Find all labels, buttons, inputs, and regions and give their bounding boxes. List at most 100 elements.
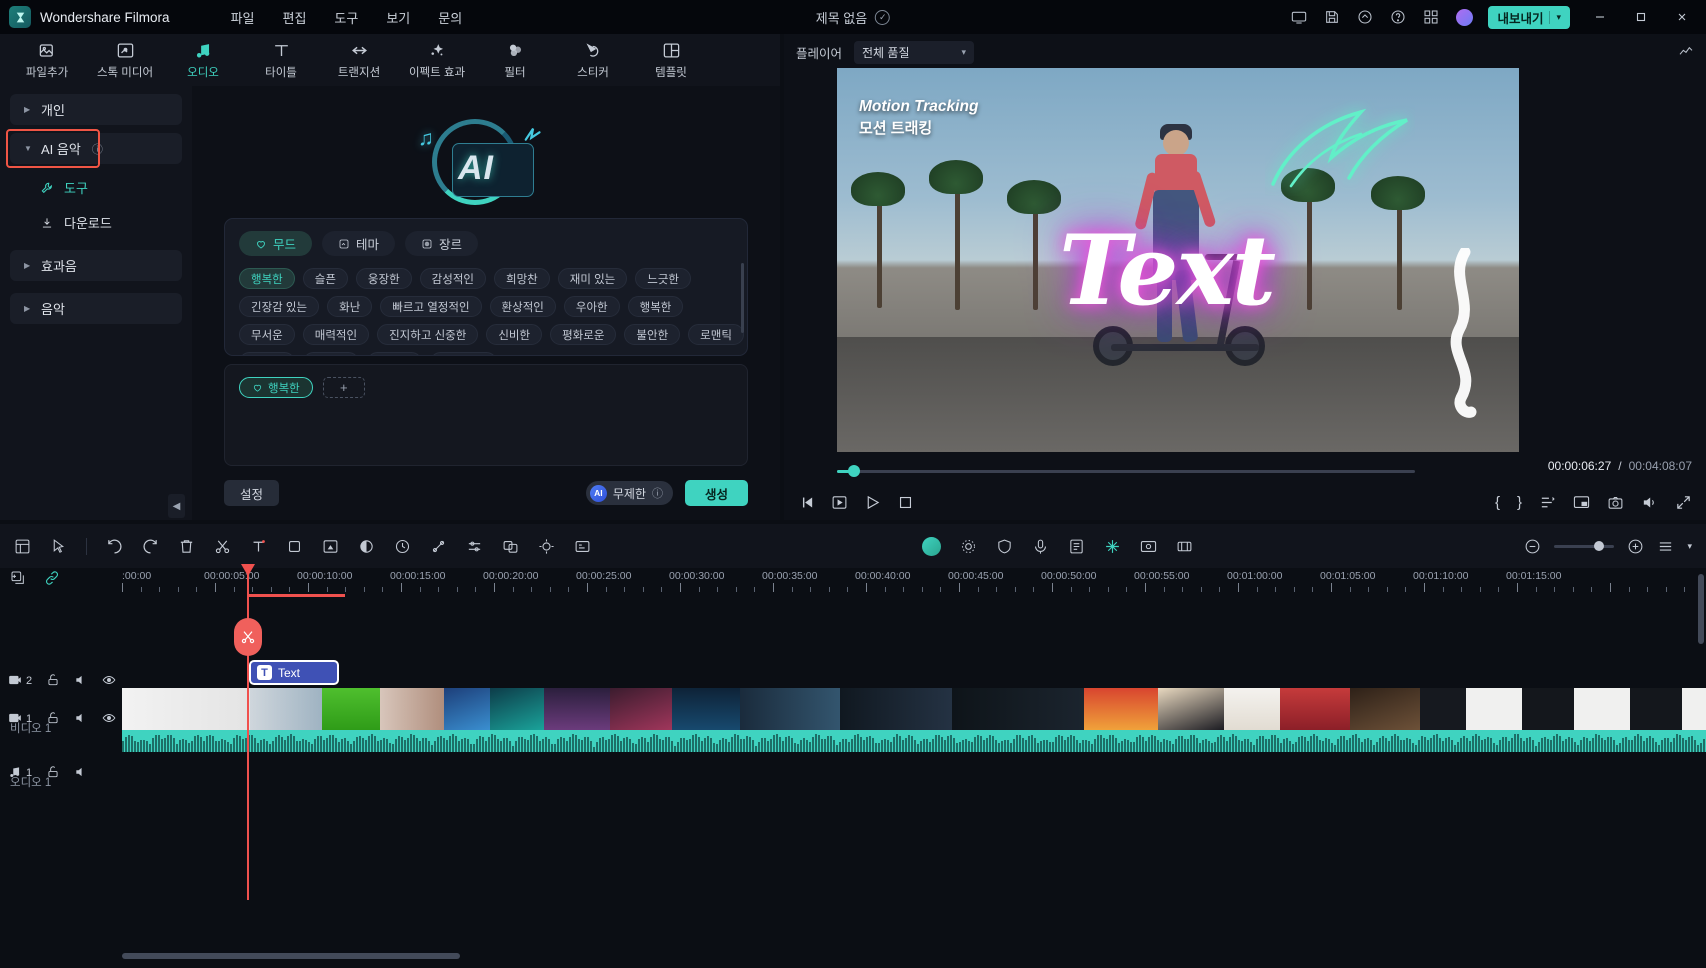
unlimited-badge[interactable]: AI 무제한 ⓘ bbox=[585, 481, 673, 505]
keyframe-button[interactable] bbox=[430, 538, 447, 555]
motion-track-button[interactable] bbox=[538, 538, 555, 555]
sidebar-collapse-button[interactable]: ◀ bbox=[168, 494, 185, 518]
sidebar-item-sound-effects[interactable]: ▶ 효과음 bbox=[10, 250, 182, 281]
mood-tag[interactable]: 슬픈 bbox=[302, 268, 348, 289]
sidebar-item-ai-music[interactable]: ▼ AI 음악 ⓘ bbox=[6, 129, 182, 168]
tab-template[interactable]: 템플릿 bbox=[632, 34, 710, 86]
adjust-button[interactable] bbox=[960, 538, 977, 555]
tab-effects[interactable]: 이펙트 효과 bbox=[398, 34, 476, 86]
volume-button[interactable] bbox=[1641, 494, 1658, 511]
mood-tag[interactable]: 긴장감 있는 bbox=[239, 296, 320, 317]
category-mood[interactable]: 무드 bbox=[239, 231, 313, 256]
script-button[interactable] bbox=[1068, 538, 1085, 555]
text-clip[interactable]: T Text bbox=[249, 660, 339, 685]
mood-tag[interactable]: 무서운 bbox=[302, 352, 359, 355]
video-track-clips[interactable] bbox=[122, 688, 1706, 730]
scrubber-handle[interactable] bbox=[848, 465, 860, 477]
sidebar-item-personal[interactable]: ▶ 개인 bbox=[10, 94, 182, 125]
maximize-button[interactable] bbox=[1620, 0, 1661, 34]
close-button[interactable] bbox=[1661, 0, 1702, 34]
mask-button[interactable] bbox=[322, 538, 339, 555]
mood-tag[interactable]: 매력적인 bbox=[302, 324, 370, 345]
stop-button[interactable] bbox=[897, 494, 914, 511]
timeline-ruler[interactable]: :00:00 00:00:05:00 00:00:10:00 00:00:15:… bbox=[122, 568, 1706, 602]
video-canvas[interactable]: Motion Tracking 모션 트래킹 Text bbox=[837, 68, 1519, 452]
tab-filter[interactable]: 필터 bbox=[476, 34, 554, 86]
text-button[interactable] bbox=[250, 538, 267, 555]
menu-item-file[interactable]: 파일 bbox=[220, 4, 266, 31]
mood-tag[interactable]: 환상적인 bbox=[489, 296, 556, 317]
visibility-icon[interactable] bbox=[102, 711, 116, 728]
quality-select[interactable]: 전체 품질 ▾ bbox=[854, 40, 975, 64]
mood-tag[interactable]: 행복한 bbox=[239, 268, 295, 289]
speed-button[interactable] bbox=[394, 538, 411, 555]
crop-button[interactable] bbox=[286, 538, 303, 555]
layout-grid-button[interactable] bbox=[14, 538, 31, 555]
add-track-button[interactable] bbox=[10, 570, 26, 589]
save-icon[interactable] bbox=[1317, 2, 1347, 32]
green-screen-button[interactable] bbox=[502, 538, 519, 555]
mood-tag[interactable]: 무서운 bbox=[239, 324, 295, 345]
preview-chart-icon[interactable] bbox=[1678, 43, 1694, 62]
settings-button[interactable]: 설정 bbox=[224, 480, 280, 506]
mood-tag[interactable]: 화난 bbox=[327, 296, 373, 317]
timeline-vscrollbar[interactable] bbox=[1698, 574, 1704, 644]
tab-title[interactable]: 타이틀 bbox=[242, 34, 320, 86]
mood-tag[interactable]: 신비한 bbox=[486, 324, 543, 345]
mic-button[interactable] bbox=[1032, 538, 1049, 555]
add-tag-button[interactable]: + bbox=[322, 377, 365, 398]
visibility-icon[interactable] bbox=[102, 673, 116, 690]
playhead[interactable] bbox=[234, 564, 345, 900]
mood-tag[interactable]: 느긋한 bbox=[635, 268, 692, 289]
stabilize-button[interactable] bbox=[1176, 538, 1193, 555]
expand-button[interactable] bbox=[1675, 494, 1692, 511]
hscroll-thumb[interactable] bbox=[122, 953, 460, 959]
play-button[interactable] bbox=[864, 494, 881, 511]
chevron-down-icon[interactable]: ▾ bbox=[1687, 541, 1692, 552]
generate-button[interactable]: 생성 bbox=[684, 480, 748, 506]
display-icon[interactable] bbox=[1284, 2, 1314, 32]
prev-frame-button[interactable] bbox=[798, 494, 815, 511]
category-theme[interactable]: 테마 bbox=[322, 231, 396, 256]
mute-icon[interactable] bbox=[74, 765, 88, 782]
mood-tag[interactable]: 부드러운 bbox=[430, 352, 497, 355]
tab-add-file[interactable]: 파일추가 bbox=[8, 34, 86, 86]
mood-tag[interactable]: 감성적인 bbox=[419, 268, 486, 289]
timeline-menu-button[interactable] bbox=[1657, 538, 1674, 555]
mark-out-button[interactable]: } bbox=[1517, 494, 1522, 511]
help-circle-icon[interactable]: ⓘ bbox=[92, 141, 103, 157]
sidebar-item-music[interactable]: ▶ 음악 bbox=[10, 293, 182, 324]
mute-icon[interactable] bbox=[74, 673, 88, 690]
tab-transition[interactable]: 트랜지션 bbox=[320, 34, 398, 86]
selected-chip[interactable]: 행복한 bbox=[239, 377, 313, 398]
link-button[interactable] bbox=[44, 570, 60, 589]
shield-button[interactable] bbox=[996, 538, 1013, 555]
timeline-hscrollbar[interactable] bbox=[122, 952, 1706, 960]
menu-item-view[interactable]: 보기 bbox=[375, 4, 421, 31]
select-tool-button[interactable] bbox=[50, 538, 67, 555]
tab-sticker[interactable]: 스티커 bbox=[554, 34, 632, 86]
split-button[interactable] bbox=[214, 538, 231, 555]
tag-scrollbar[interactable] bbox=[741, 263, 744, 333]
mood-tag[interactable]: 희망찬 bbox=[494, 268, 550, 289]
help-icon[interactable] bbox=[1383, 2, 1413, 32]
screen-record-button[interactable] bbox=[1140, 538, 1157, 555]
color-match-button[interactable] bbox=[358, 538, 375, 555]
apps-grid-icon[interactable] bbox=[1416, 2, 1446, 32]
mute-icon[interactable] bbox=[74, 711, 88, 728]
smart-cutout-button[interactable] bbox=[1104, 538, 1121, 555]
avatar[interactable] bbox=[1449, 2, 1479, 32]
auto-caption-button[interactable] bbox=[574, 538, 591, 555]
mood-tag[interactable]: 행복한 bbox=[627, 296, 684, 317]
mood-tag[interactable]: 평화로운 bbox=[550, 324, 617, 345]
zoom-slider[interactable] bbox=[1554, 541, 1615, 551]
minimize-button[interactable] bbox=[1579, 0, 1620, 34]
delete-button[interactable] bbox=[178, 538, 195, 555]
mark-in-button[interactable]: { bbox=[1495, 494, 1500, 511]
help-circle-icon[interactable]: ⓘ bbox=[652, 485, 663, 501]
menu-item-contact[interactable]: 문의 bbox=[427, 4, 473, 31]
mood-tag[interactable]: 로맨틱 bbox=[688, 324, 744, 345]
mood-tag[interactable]: 진지하고 신중한 bbox=[377, 324, 479, 345]
step-button[interactable] bbox=[831, 494, 848, 511]
mood-tag[interactable]: 섹시한 bbox=[366, 352, 423, 355]
